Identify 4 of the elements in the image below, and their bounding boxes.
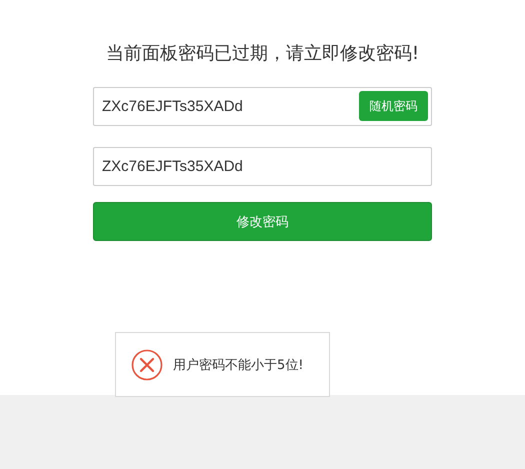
confirm-password-field[interactable]: ZXc76EJFTs35XADd [93,147,432,186]
error-icon [131,348,163,380]
toast-message: 用户密码不能小于5位! [173,356,304,374]
page-title: 当前面板密码已过期，请立即修改密码! [104,42,420,66]
